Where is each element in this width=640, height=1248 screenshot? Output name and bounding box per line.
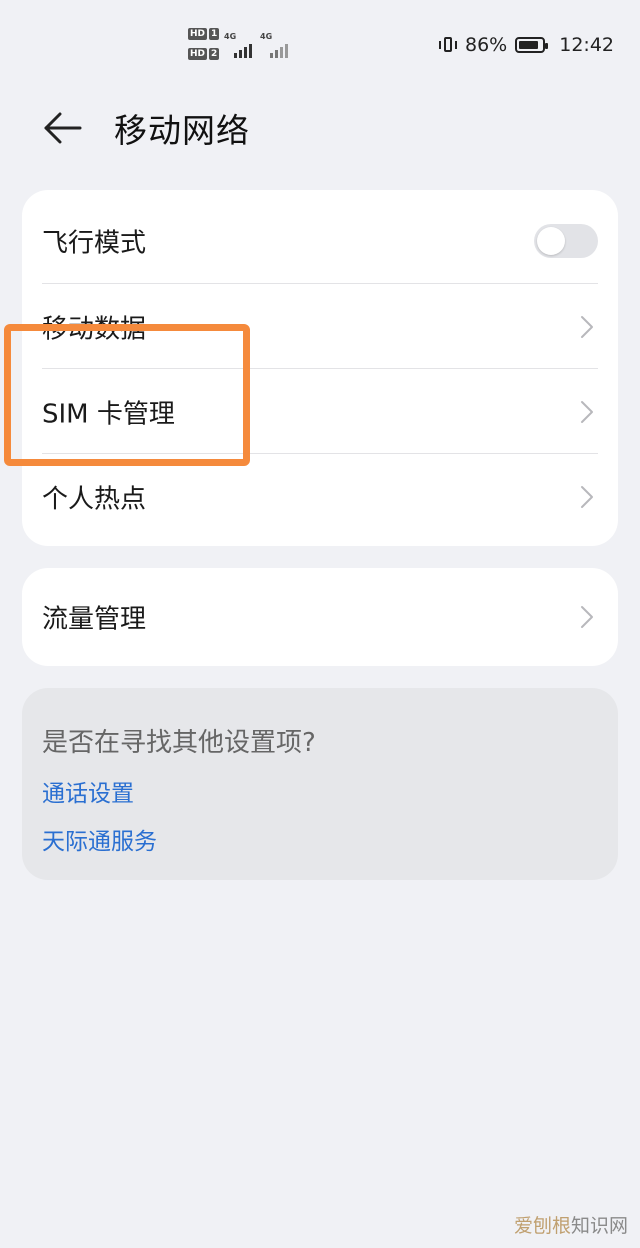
chevron-right-icon xyxy=(581,315,593,338)
sim-signal-group: HD 1 HD 2 4G 4G xyxy=(188,28,298,64)
vibrate-icon xyxy=(439,35,457,55)
skytone-service-link[interactable]: 天际通服务 xyxy=(42,822,157,856)
other-settings-suggestion: 是否在寻找其他设置项? 通话设置 天际通服务 xyxy=(22,688,618,880)
hotspot-label: 个人热点 xyxy=(42,484,147,514)
data-usage-row[interactable]: 流量管理 xyxy=(22,574,618,659)
watermark-part1: 爱刨根 xyxy=(513,1215,571,1237)
hd1-number: 1 xyxy=(209,28,220,40)
hd1-label: HD xyxy=(188,28,208,40)
chevron-right-icon xyxy=(581,485,593,508)
net1-label: 4G xyxy=(224,32,237,41)
chevron-right-icon xyxy=(581,400,593,423)
watermark: 爱刨根知识网 xyxy=(514,1211,628,1238)
suggestion-question: 是否在寻找其他设置项? xyxy=(42,728,316,758)
status-bar: HD 1 HD 2 4G 4G 86% 12:42 xyxy=(0,0,640,92)
back-arrow-icon xyxy=(44,112,82,144)
call-settings-link[interactable]: 通话设置 xyxy=(42,774,134,808)
toggle-knob xyxy=(537,226,565,255)
hd2-label: HD xyxy=(188,48,208,60)
highlight-box xyxy=(4,324,250,466)
battery-percent: 86% xyxy=(465,34,508,56)
signal2-icon: 4G xyxy=(260,32,290,58)
data-usage-card: 流量管理 xyxy=(22,568,618,666)
airplane-mode-row[interactable]: 飞行模式 xyxy=(22,198,618,283)
app-header: 移动网络 xyxy=(0,92,640,164)
watermark-part2: 知识网 xyxy=(570,1215,628,1237)
back-button[interactable] xyxy=(40,106,88,150)
hotspot-row[interactable]: 个人热点 xyxy=(22,454,618,539)
battery-icon xyxy=(515,37,549,53)
status-right: 86% 12:42 xyxy=(439,34,614,56)
net2-label: 4G xyxy=(260,32,273,41)
chevron-right-icon xyxy=(581,605,593,628)
sim1-hd-badge: HD 1 xyxy=(188,28,220,40)
clock: 12:42 xyxy=(559,34,614,56)
page-title: 移动网络 xyxy=(114,111,250,150)
airplane-mode-toggle[interactable] xyxy=(534,223,598,258)
data-usage-label: 流量管理 xyxy=(42,604,147,634)
hd2-number: 2 xyxy=(209,48,220,60)
sim2-hd-badge: HD 2 xyxy=(188,48,220,60)
signal1-icon: 4G xyxy=(224,32,254,58)
airplane-mode-label: 飞行模式 xyxy=(42,228,147,258)
